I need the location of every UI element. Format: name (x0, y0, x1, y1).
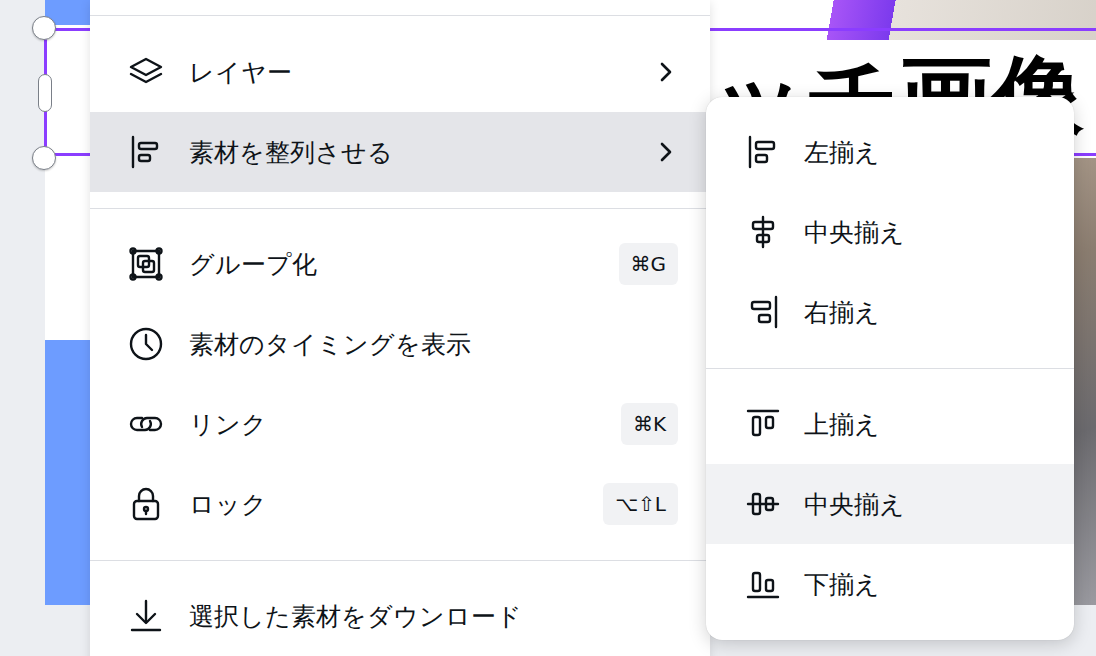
align-left-icon (125, 131, 167, 173)
menu-item[interactable]: 選択した素材をダウンロード (90, 576, 710, 656)
menu-item-label: 素材を整列させる (189, 136, 632, 169)
side-handle[interactable] (38, 74, 52, 112)
menu-item-label: レイヤー (189, 56, 632, 89)
submenu-item-label: 下揃え (804, 568, 1054, 601)
submenu-item[interactable]: 中央揃え (706, 192, 1074, 272)
menu-item[interactable]: レイヤー (90, 32, 710, 112)
shortcut-badge: ⌘G (619, 243, 679, 285)
menu-divider (706, 368, 1074, 369)
shortcut-badge: ⌘K (621, 403, 678, 445)
menu-divider (90, 560, 710, 561)
align-middle-icon (744, 485, 782, 523)
editor: ッチ画像レイヤー素材を整列させるグループ化⌘G素材のタイミングを表示リンク⌘Kロ… (0, 0, 1096, 656)
menu-item[interactable]: ロック ⌥⇧L (90, 464, 710, 544)
resize-handle[interactable] (32, 16, 56, 40)
menu-item-label: 選択した素材をダウンロード (189, 600, 678, 633)
menu-divider (90, 15, 710, 16)
chevron-right-icon (654, 60, 678, 84)
menu-item[interactable]: リンク ⌘K (90, 384, 710, 464)
menu-item-label: 素材のタイミングを表示 (189, 328, 678, 361)
menu-item[interactable]: 素材のタイミングを表示 (90, 304, 710, 384)
menu-divider (90, 208, 710, 209)
menu-item-label: リンク (189, 408, 599, 441)
submenu-item-label: 右揃え (804, 296, 1054, 329)
submenu-item[interactable]: 下揃え (706, 544, 1074, 624)
menu-item[interactable]: グループ化 ⌘G (90, 224, 710, 304)
submenu-item-label: 上揃え (804, 408, 1054, 441)
submenu-item[interactable]: 中央揃え (706, 464, 1074, 544)
group-icon (125, 243, 167, 285)
align-right-icon (744, 293, 782, 331)
context-menu: レイヤー素材を整列させるグループ化 ⌘G 素材のタイミングを表示リンク ⌘K ロック ⌥⇧… (90, 0, 710, 656)
resize-handle[interactable] (32, 146, 56, 170)
align-left-icon (744, 133, 782, 171)
menu-item-label: グループ化 (189, 248, 597, 281)
align-center-icon (744, 213, 782, 251)
download-icon (125, 595, 167, 637)
submenu-item-label: 中央揃え (804, 488, 1054, 521)
align-top-icon (744, 405, 782, 443)
submenu-item[interactable]: 上揃え (706, 384, 1074, 464)
align-submenu: 左揃え中央揃え右揃え上揃え中央揃え下揃え (706, 97, 1074, 640)
submenu-item[interactable]: 左揃え (706, 112, 1074, 192)
chevron-right-icon (654, 140, 678, 164)
link-icon (125, 403, 167, 445)
clock-icon (125, 323, 167, 365)
submenu-item-label: 中央揃え (804, 216, 1054, 249)
shortcut-badge: ⌥⇧L (603, 483, 678, 525)
submenu-item-label: 左揃え (804, 136, 1054, 169)
layers-icon (125, 51, 167, 93)
menu-item-label: ロック (189, 488, 581, 521)
menu-item[interactable]: 素材を整列させる (90, 112, 710, 192)
submenu-item[interactable]: 右揃え (706, 272, 1074, 352)
lock-icon (125, 483, 167, 525)
align-bottom-icon (744, 565, 782, 603)
